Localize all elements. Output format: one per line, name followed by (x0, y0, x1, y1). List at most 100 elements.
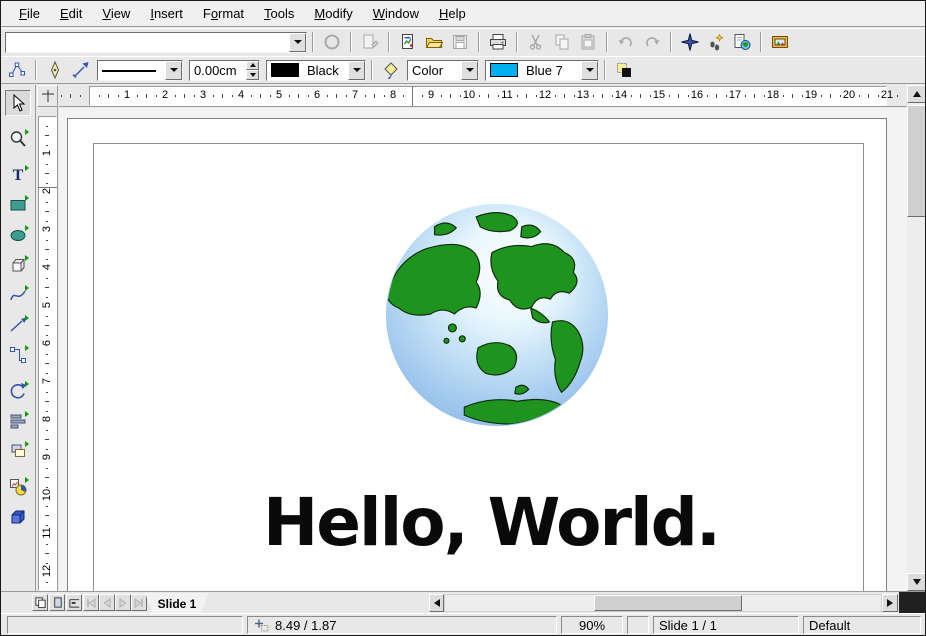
fill-color-dropdown-button[interactable] (581, 61, 598, 80)
triangle-up-icon (912, 90, 922, 98)
hscroll-right-button[interactable] (882, 594, 898, 612)
line-style-dropdown-button[interactable] (165, 61, 182, 80)
url-combobox[interactable] (5, 32, 307, 53)
status-page-style[interactable]: Default (803, 616, 921, 634)
vertical-scrollbar[interactable] (907, 85, 926, 591)
v-ruler-number: 6 (41, 336, 53, 350)
save-document-button[interactable] (448, 30, 472, 54)
fill-icon (381, 60, 401, 80)
slide-view-button[interactable] (32, 594, 48, 611)
chevron-down-icon (170, 68, 178, 72)
status-zoom[interactable]: 90% (561, 616, 623, 634)
fill-style-value[interactable]: Color (408, 63, 461, 78)
effects-3d-tool[interactable] (5, 504, 31, 530)
hyperlink-button[interactable] (730, 30, 754, 54)
undo-button[interactable] (614, 30, 638, 54)
print-button[interactable] (486, 30, 510, 54)
ellipse-tool[interactable] (5, 222, 31, 248)
line-color-dropdown-button[interactable] (348, 61, 365, 80)
area-dialog-button[interactable] (379, 58, 403, 82)
edit-file-button[interactable] (358, 30, 382, 54)
menu-help[interactable]: Help (429, 3, 476, 24)
navigator-button[interactable] (678, 30, 702, 54)
menu-view[interactable]: View (92, 3, 140, 24)
line-width-spinner[interactable] (246, 61, 259, 80)
previous-slide-button[interactable] (99, 594, 115, 611)
menu-window[interactable]: Window (363, 3, 429, 24)
fill-color-combobox[interactable]: Blue 7 (485, 60, 599, 81)
line-width-field[interactable]: 0.00cm (189, 60, 260, 81)
menu-format[interactable]: Format (193, 3, 254, 24)
scroll-down-button[interactable] (907, 573, 926, 591)
line-color-value[interactable]: Black (303, 63, 348, 78)
arrange-tool[interactable] (5, 438, 31, 464)
fill-style-combobox[interactable]: Color (407, 60, 479, 81)
layer-view-button[interactable] (66, 594, 82, 611)
menu-edit[interactable]: Edit (50, 3, 92, 24)
status-slide-indicator[interactable]: Slide 1 / 1 (653, 616, 799, 634)
3d-objects-tool[interactable] (5, 252, 31, 278)
arrow-ends-button[interactable] (69, 58, 93, 82)
stop-button[interactable] (320, 30, 344, 54)
line-width-value[interactable]: 0.00cm (190, 63, 246, 78)
menu-insert[interactable]: Insert (140, 3, 193, 24)
open-document-button[interactable] (422, 30, 446, 54)
scroll-up-button[interactable] (907, 85, 926, 103)
gallery-button[interactable] (768, 30, 792, 54)
rectangle-tool[interactable] (5, 192, 31, 218)
url-dropdown-button[interactable] (289, 33, 306, 52)
cut-button[interactable] (524, 30, 548, 54)
first-slide-button[interactable] (83, 594, 99, 611)
tab-slide-1[interactable]: Slide 1 (145, 593, 209, 614)
cut-icon (526, 32, 546, 52)
line-dialog-button[interactable] (43, 58, 67, 82)
spin-down-button[interactable] (246, 70, 259, 80)
select-tool[interactable] (5, 90, 31, 116)
stop-icon (322, 32, 342, 52)
slide-page[interactable]: Hello, World. (67, 118, 887, 591)
menu-modify[interactable]: Modify (304, 3, 362, 24)
lines-arrows-tool[interactable] (5, 312, 31, 338)
line-style-combobox[interactable] (97, 60, 183, 81)
text-tool[interactable]: T (5, 162, 31, 188)
new-document-button[interactable] (396, 30, 420, 54)
vertical-scroll-thumb[interactable] (907, 105, 926, 217)
insert-tool[interactable] (5, 474, 31, 500)
rotate-tool[interactable] (5, 378, 31, 404)
paste-icon (578, 32, 598, 52)
drawing-canvas[interactable]: Hello, World. (59, 108, 907, 591)
fill-color-value[interactable]: Blue 7 (522, 63, 581, 78)
last-slide-button[interactable] (131, 594, 147, 611)
ruler-origin-button[interactable] (37, 85, 58, 107)
paste-button[interactable] (576, 30, 600, 54)
master-view-button[interactable] (49, 594, 65, 611)
separator (760, 32, 762, 52)
redo-button[interactable] (640, 30, 664, 54)
spin-up-button[interactable] (246, 61, 259, 71)
next-slide-button[interactable] (115, 594, 131, 611)
menu-file[interactable]: File (9, 3, 50, 24)
horizontal-scroll-thumb[interactable] (594, 595, 742, 611)
first-arrow-icon (85, 597, 97, 609)
chevron-down-icon (294, 40, 302, 44)
menu-tools[interactable]: Tools (254, 3, 304, 24)
slide-title-text[interactable]: Hello, World. (68, 487, 886, 559)
globe-image[interactable] (383, 201, 611, 429)
line-color-combobox[interactable]: Black (266, 60, 366, 81)
alignment-tool[interactable] (5, 408, 31, 434)
horizontal-scroll-track[interactable] (444, 594, 882, 612)
hscroll-left-button[interactable] (429, 594, 444, 612)
curve-tool[interactable] (5, 282, 31, 308)
connector-tool[interactable] (5, 342, 31, 368)
vertical-ruler[interactable]: 123456789101112 (37, 107, 58, 591)
zoom-tool[interactable] (5, 126, 31, 152)
fill-style-dropdown-button[interactable] (461, 61, 478, 80)
copy-button[interactable] (550, 30, 574, 54)
triangle-down-icon (912, 578, 922, 586)
shadow-button[interactable] (612, 58, 636, 82)
autopilot-button[interactable] (704, 30, 728, 54)
status-cursor-position[interactable]: 8.49 / 1.87 (247, 616, 557, 634)
horizontal-ruler[interactable]: 123456789101112131415161718192021 (59, 85, 907, 107)
select-arrow-icon (8, 93, 28, 113)
edit-points-button[interactable] (5, 58, 29, 82)
